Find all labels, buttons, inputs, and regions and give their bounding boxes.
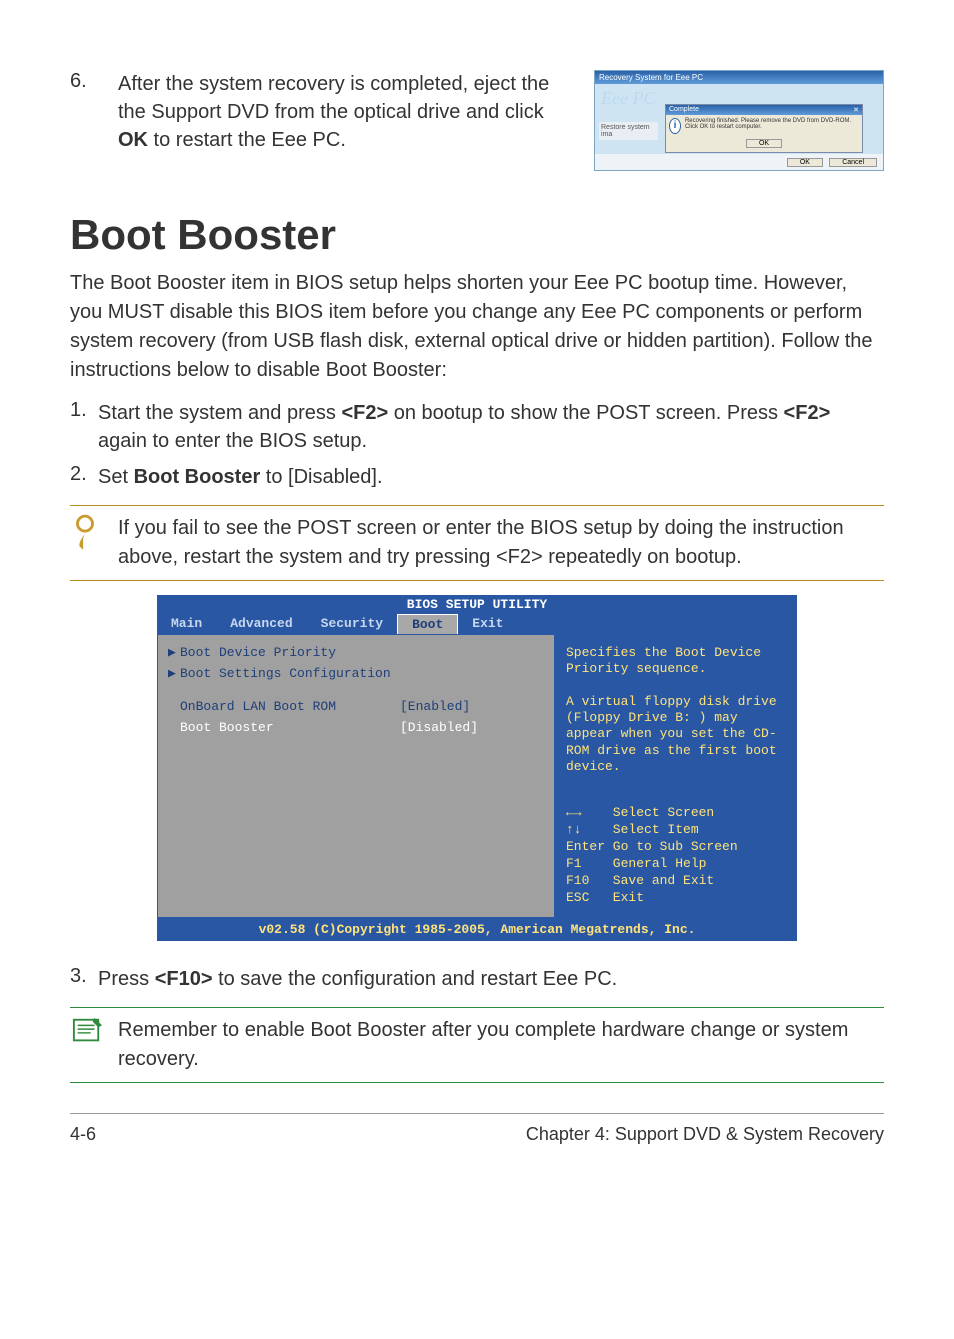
step1-t2: on bootup to show the POST screen. Press <box>388 402 783 424</box>
bios-tabs: Main Advanced Security Boot Exit <box>157 614 797 634</box>
step1-b2: <F2> <box>784 402 831 424</box>
bios-arrow-icon: ▶ <box>168 645 180 660</box>
step6-t2: to restart the Eee PC. <box>148 129 346 151</box>
heading-boot-booster: Boot Booster <box>70 211 884 259</box>
step3-b1: <F10> <box>155 968 213 990</box>
step2-num: 2. <box>70 463 98 486</box>
step1-t3: again to enter the BIOS setup. <box>98 430 367 452</box>
page-footer: 4-6 Chapter 4: Support DVD & System Reco… <box>70 1113 884 1145</box>
bios-tab-main: Main <box>157 614 216 634</box>
bios-tab-security: Security <box>307 614 397 634</box>
dlg-ok-button: OK <box>746 139 782 148</box>
bios-arrow-blank <box>168 699 180 714</box>
bios-key-2: Enter Go to Sub Screen <box>566 839 786 854</box>
note-icon <box>70 1016 104 1051</box>
intro-para: The Boot Booster item in BIOS setup help… <box>70 269 884 385</box>
bios-key-5: ESC Exit <box>566 890 786 905</box>
bios-item-lan: OnBoard LAN Boot ROM <box>180 699 400 714</box>
dlg-msg: Recovering finished. Please remove the D… <box>685 118 859 130</box>
step2-t2: to [Disabled]. <box>260 466 382 488</box>
step6-t1: After the system recovery is completed, … <box>118 73 549 123</box>
chapter-label: Chapter 4: Support DVD & System Recovery <box>526 1124 884 1145</box>
bios-footer: v02.58 (C)Copyright 1985-2005, American … <box>157 918 797 941</box>
bios-help: Specifies the Boot Device Priority seque… <box>566 645 786 775</box>
bios-title: BIOS SETUP UTILITY <box>157 595 797 614</box>
bios-key-0: ←→ Select Screen <box>566 805 786 820</box>
bios-keys: ←→ Select Screen ↑↓ Select Item Enter Go… <box>566 805 786 905</box>
step3-t2: to save the configuration and restart Ee… <box>213 968 618 990</box>
step1-text: Start the system and press <F2> on bootu… <box>98 399 884 455</box>
bios-val3: [Disabled] <box>400 720 478 735</box>
bios-key-4: F10 Save and Exit <box>566 873 786 888</box>
step6-text: After the system recovery is completed, … <box>118 70 574 154</box>
step3-num: 3. <box>70 965 98 988</box>
step1-b1: <F2> <box>341 402 388 424</box>
bios-arrow-blank <box>168 720 180 735</box>
win-sidebar: Restore system ima <box>599 122 658 140</box>
step1-num: 1. <box>70 399 98 422</box>
bios-val2: [Enabled] <box>400 699 470 714</box>
win-ok-button: OK <box>787 158 823 167</box>
win-dialog: Complete ✕ i Recovering finished. Please… <box>665 104 863 153</box>
bios-item-bsc: Boot Settings Configuration <box>180 666 400 681</box>
dlg-close-icon: ✕ <box>853 106 859 114</box>
page-number: 4-6 <box>70 1124 96 1145</box>
step6-bold: OK <box>118 129 148 151</box>
step2-b1: Boot Booster <box>134 466 261 488</box>
win-title: Recovery System for Eee PC <box>595 71 883 84</box>
step1-t1: Start the system and press <box>98 402 341 424</box>
step2-t1: Set <box>98 466 134 488</box>
screenshot-recovery: Recovery System for Eee PC Eee PC Restor… <box>594 70 884 171</box>
step2-text: Set Boot Booster to [Disabled]. <box>98 463 884 491</box>
bios-tab-advanced: Advanced <box>216 614 306 634</box>
bios-item-bdp: Boot Device Priority <box>180 645 400 660</box>
step3-text: Press <F10> to save the configuration an… <box>98 965 884 993</box>
bios-screen: BIOS SETUP UTILITY Main Advanced Securit… <box>157 595 797 941</box>
bios-right-pane: Specifies the Boot Device Priority seque… <box>556 635 796 917</box>
dlg-title: Complete <box>669 106 699 114</box>
note1-text: If you fail to see the POST screen or en… <box>118 514 884 572</box>
bios-left-pane: ▶Boot Device Priority ▶Boot Settings Con… <box>158 635 556 917</box>
info-icon: i <box>669 118 681 134</box>
bios-tab-exit: Exit <box>458 614 517 634</box>
step6-num: 6. <box>70 70 98 93</box>
bios-arrow-icon: ▶ <box>168 666 180 681</box>
bios-key-1: ↑↓ Select Item <box>566 822 786 837</box>
note2-text: Remember to enable Boot Booster after yo… <box>118 1016 884 1074</box>
bios-tab-boot: Boot <box>397 614 458 634</box>
bios-key-3: F1 General Help <box>566 856 786 871</box>
win-cancel-button: Cancel <box>829 158 877 167</box>
bios-item-bootbooster: Boot Booster <box>180 720 400 735</box>
step3-t1: Press <box>98 968 155 990</box>
tip-icon <box>70 514 104 557</box>
